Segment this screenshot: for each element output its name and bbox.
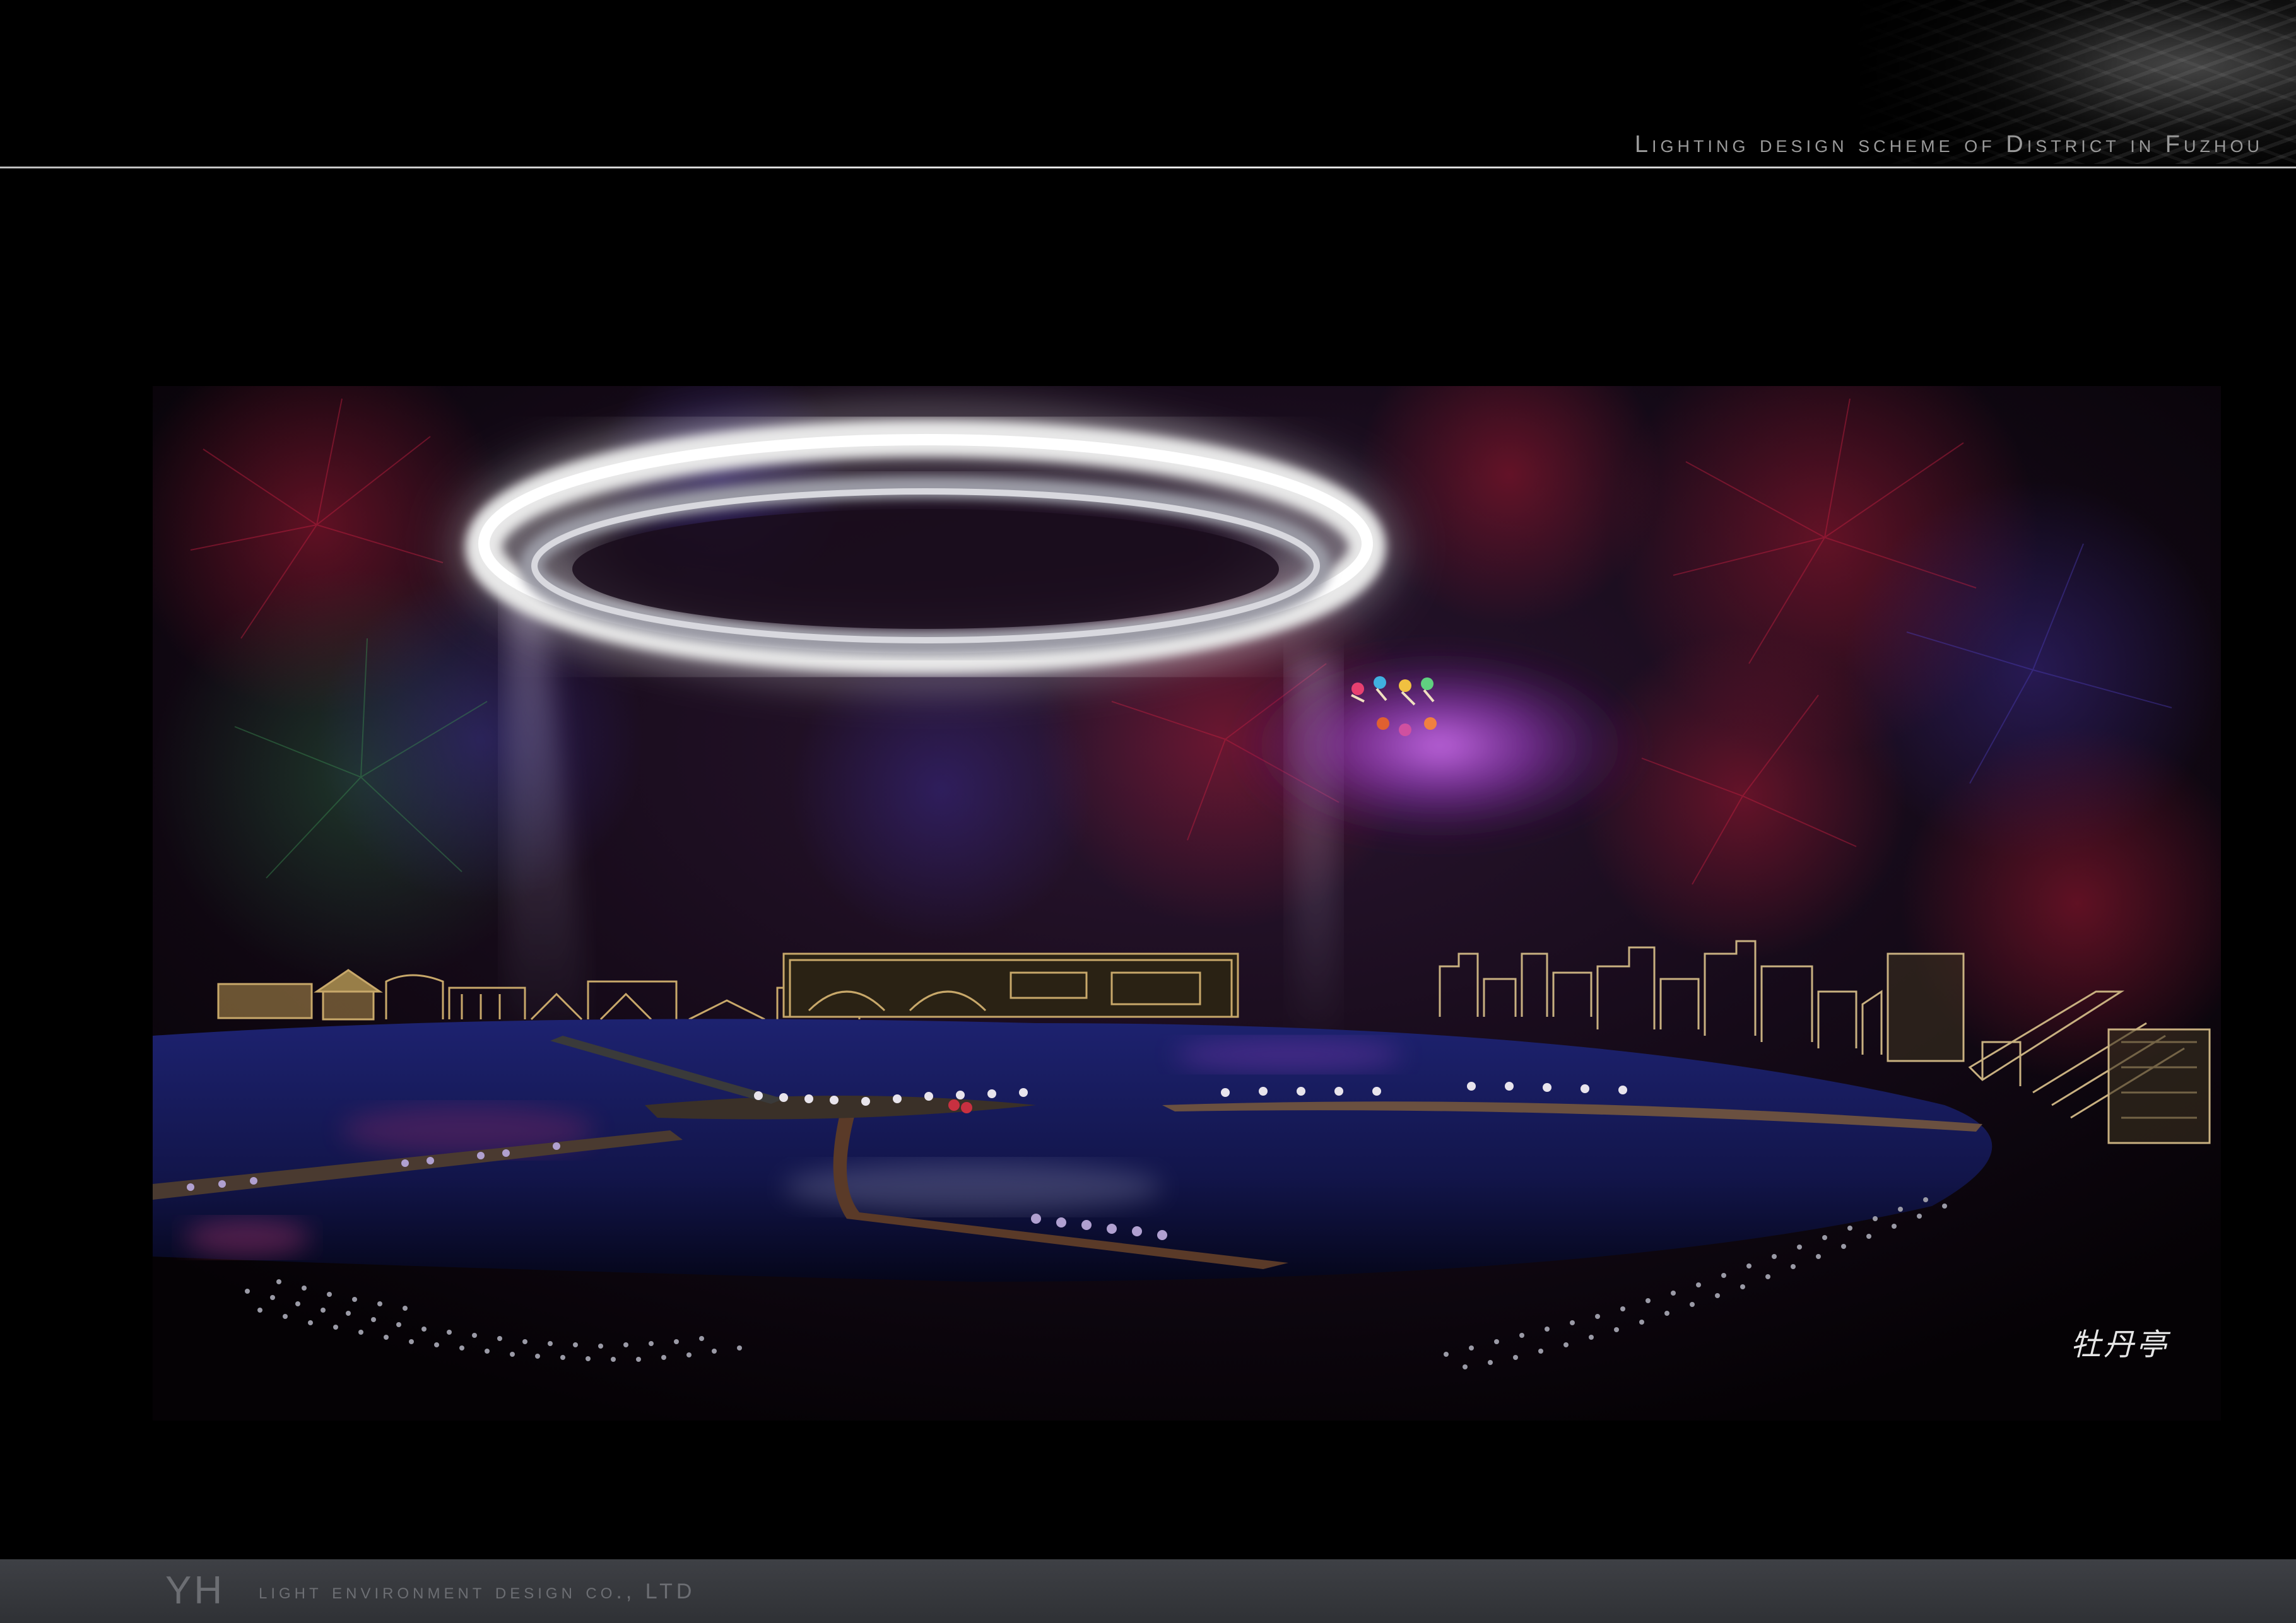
purple-light-haze <box>1232 645 1648 847</box>
header-divider <box>0 167 2296 168</box>
rendering-canvas <box>153 386 2221 1421</box>
company-name: light environment design co., LTD <box>259 1579 696 1603</box>
company-logo: YH <box>165 1569 225 1612</box>
calligraphy-signature: 牡丹亭 <box>2071 1327 2170 1362</box>
night-lighting-rendering <box>153 386 2221 1421</box>
header-title: Lighting design scheme of District in Fu… <box>1634 131 2263 158</box>
glowing-ring <box>446 386 1405 711</box>
slide: Lighting design scheme of District in Fu… <box>0 0 2296 1623</box>
footer-bar: YH light environment design co., LTD <box>0 1559 2296 1623</box>
